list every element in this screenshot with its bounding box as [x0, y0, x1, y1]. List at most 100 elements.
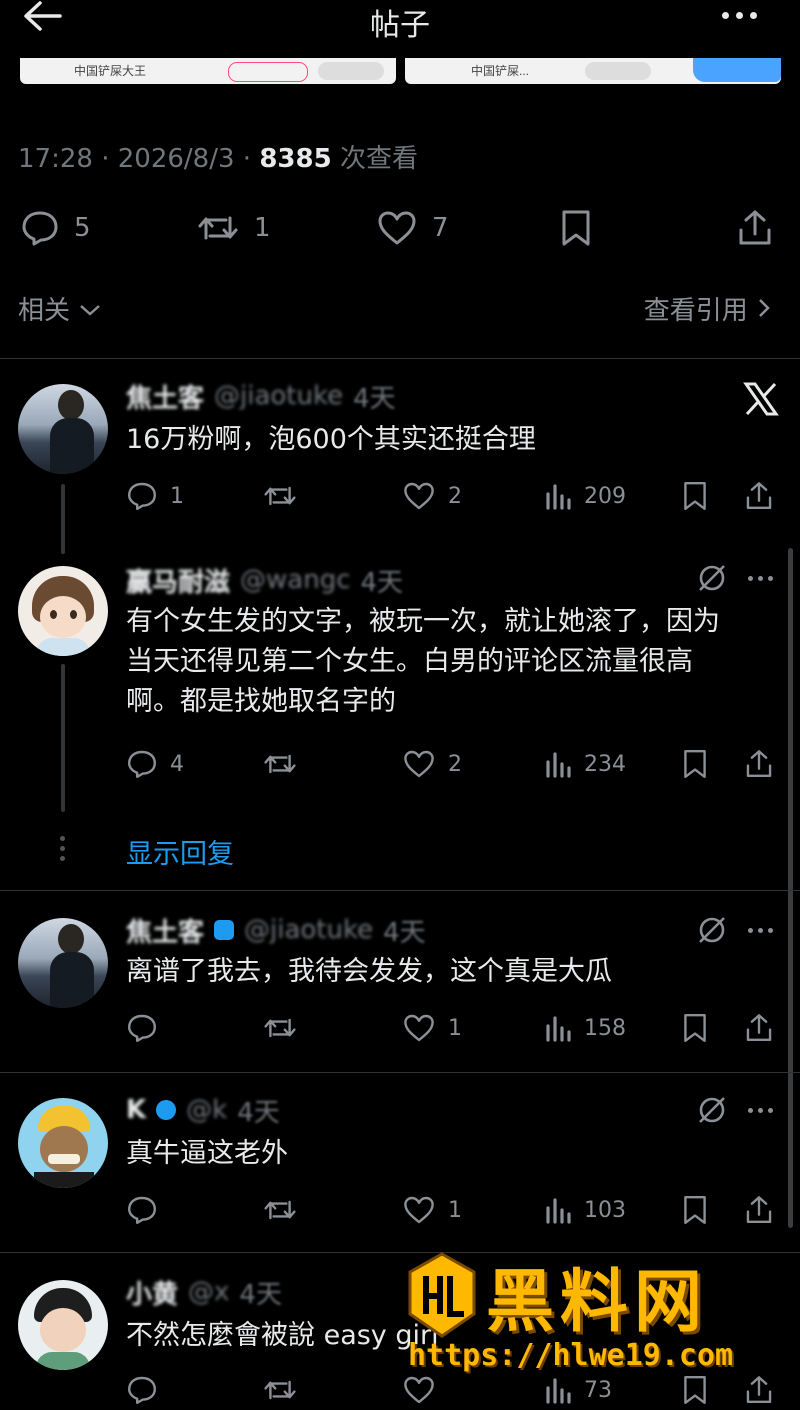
bookmark-button[interactable]: [680, 1370, 710, 1410]
scrollbar[interactable]: [788, 548, 793, 1228]
related-sort[interactable]: 相关: [18, 290, 102, 327]
reply-more-button[interactable]: [748, 576, 773, 581]
reply-button[interactable]: 4: [126, 744, 184, 784]
like-button[interactable]: 2: [402, 744, 462, 784]
reply-button[interactable]: 1: [126, 476, 184, 516]
bookmark-button[interactable]: [680, 1190, 710, 1230]
reply-button[interactable]: [126, 1370, 170, 1410]
author-name[interactable]: 赢马耐滋: [126, 562, 230, 599]
author-name[interactable]: K: [126, 1095, 146, 1125]
views-button[interactable]: 209: [544, 476, 626, 516]
repost-button[interactable]: [262, 1190, 310, 1230]
watermark-url: https://hlwe19.com: [408, 1338, 734, 1373]
share-button[interactable]: [744, 1008, 774, 1048]
post-date: 2026/8/3: [117, 144, 235, 174]
view-count: 8385: [259, 144, 332, 174]
repost-button[interactable]: [262, 476, 310, 516]
avatar[interactable]: [18, 1098, 108, 1188]
repost-button[interactable]: [262, 1370, 310, 1410]
heart-icon: [402, 1194, 436, 1226]
top-bar: 帖子: [0, 0, 800, 60]
author-name[interactable]: 焦土客: [126, 912, 204, 949]
bookmark-button[interactable]: [680, 476, 710, 516]
reply-actions: 1 158: [126, 1008, 786, 1048]
comment-icon: [126, 1194, 158, 1226]
grok-icon[interactable]: [696, 562, 728, 598]
x-logo-icon: [742, 380, 780, 422]
share-button[interactable]: [744, 476, 774, 516]
verified-badge-icon: [156, 1100, 177, 1120]
views-icon: [544, 480, 572, 512]
watermark-title: 黑料网: [486, 1263, 709, 1342]
share-button[interactable]: [744, 1190, 774, 1230]
bookmark-button[interactable]: [680, 744, 710, 784]
reply-button[interactable]: [126, 1190, 170, 1230]
like-count: 2: [448, 483, 462, 509]
avatar[interactable]: [18, 918, 108, 1008]
author-handle: @x: [188, 1277, 230, 1307]
heart-icon: [402, 748, 436, 780]
view-quotes-link[interactable]: 查看引用: [644, 290, 772, 327]
comment-icon: [126, 1012, 158, 1044]
reply-actions: 1 2 209: [126, 476, 786, 516]
views-button[interactable]: 234: [544, 744, 626, 784]
reply-author: 小黄 @x 4天: [126, 1272, 282, 1312]
like-button[interactable]: 7: [376, 200, 449, 256]
share-button[interactable]: [744, 1370, 774, 1410]
like-button[interactable]: 1: [402, 1008, 462, 1048]
views-button[interactable]: 73: [544, 1370, 612, 1410]
reply-more-button[interactable]: [748, 1108, 773, 1113]
comment-icon: [126, 1374, 158, 1406]
heart-icon: [402, 1374, 436, 1406]
like-button[interactable]: [402, 1370, 448, 1410]
reply-author: 焦土客 @jiaotuke 4天: [126, 910, 426, 950]
reply-actions: 1 103: [126, 1190, 786, 1230]
share-button[interactable]: [736, 200, 774, 256]
chevron-down-icon: [80, 305, 101, 316]
reply-button[interactable]: 5: [20, 200, 91, 256]
reply-text: 16万粉啊，泡600个其实还挺合理: [126, 424, 536, 455]
avatar[interactable]: [18, 566, 108, 656]
repost-button[interactable]: [262, 1008, 310, 1048]
share-button[interactable]: [744, 744, 774, 784]
bookmark-button[interactable]: [558, 200, 594, 256]
view-count: 73: [584, 1377, 612, 1403]
view-count: 158: [584, 1015, 626, 1041]
like-button[interactable]: 2: [402, 476, 462, 516]
more-button[interactable]: [722, 12, 757, 19]
bookmark-icon: [680, 480, 710, 512]
reply-button[interactable]: [126, 1008, 170, 1048]
reply-time: 4天: [353, 383, 396, 414]
heart-icon: [402, 480, 436, 512]
author-name[interactable]: 焦土客: [126, 378, 204, 415]
media-thumbnail[interactable]: 中国铲屎大王: [20, 58, 396, 84]
repost-icon: [262, 1012, 298, 1044]
thread-line: [61, 664, 65, 812]
reply-actions: 4 2 234: [126, 744, 786, 784]
avatar[interactable]: [18, 1280, 108, 1370]
repost-count: 1: [254, 213, 271, 243]
repost-button[interactable]: [262, 744, 310, 784]
reply-more-button[interactable]: [748, 928, 773, 933]
views-icon: [544, 1194, 572, 1226]
like-count: 2: [448, 751, 462, 777]
like-button[interactable]: 1: [402, 1190, 462, 1230]
bookmark-icon: [562, 210, 590, 246]
show-replies-link[interactable]: 显示回复: [126, 832, 234, 871]
share-icon: [744, 748, 774, 780]
views-button[interactable]: 103: [544, 1190, 626, 1230]
author-handle: @wangc: [240, 565, 351, 595]
avatar[interactable]: [18, 384, 108, 474]
views-button[interactable]: 158: [544, 1008, 626, 1048]
repost-button[interactable]: 1: [196, 200, 271, 256]
watermark-logo: [406, 1252, 478, 1338]
grok-icon[interactable]: [696, 914, 728, 950]
reply-text: 有个女生发的文字，被玩一次，就让她滚了，因为当天还得见第二个女生。白男的评论区流…: [126, 606, 720, 717]
author-name[interactable]: 小黄: [126, 1274, 178, 1311]
views-icon: [544, 1374, 572, 1406]
bookmark-button[interactable]: [680, 1008, 710, 1048]
reply-author: K @k 4天: [126, 1090, 280, 1130]
share-icon: [744, 1194, 774, 1226]
grok-icon[interactable]: [696, 1094, 728, 1130]
media-thumbnail[interactable]: 中国铲屎...: [405, 58, 781, 84]
